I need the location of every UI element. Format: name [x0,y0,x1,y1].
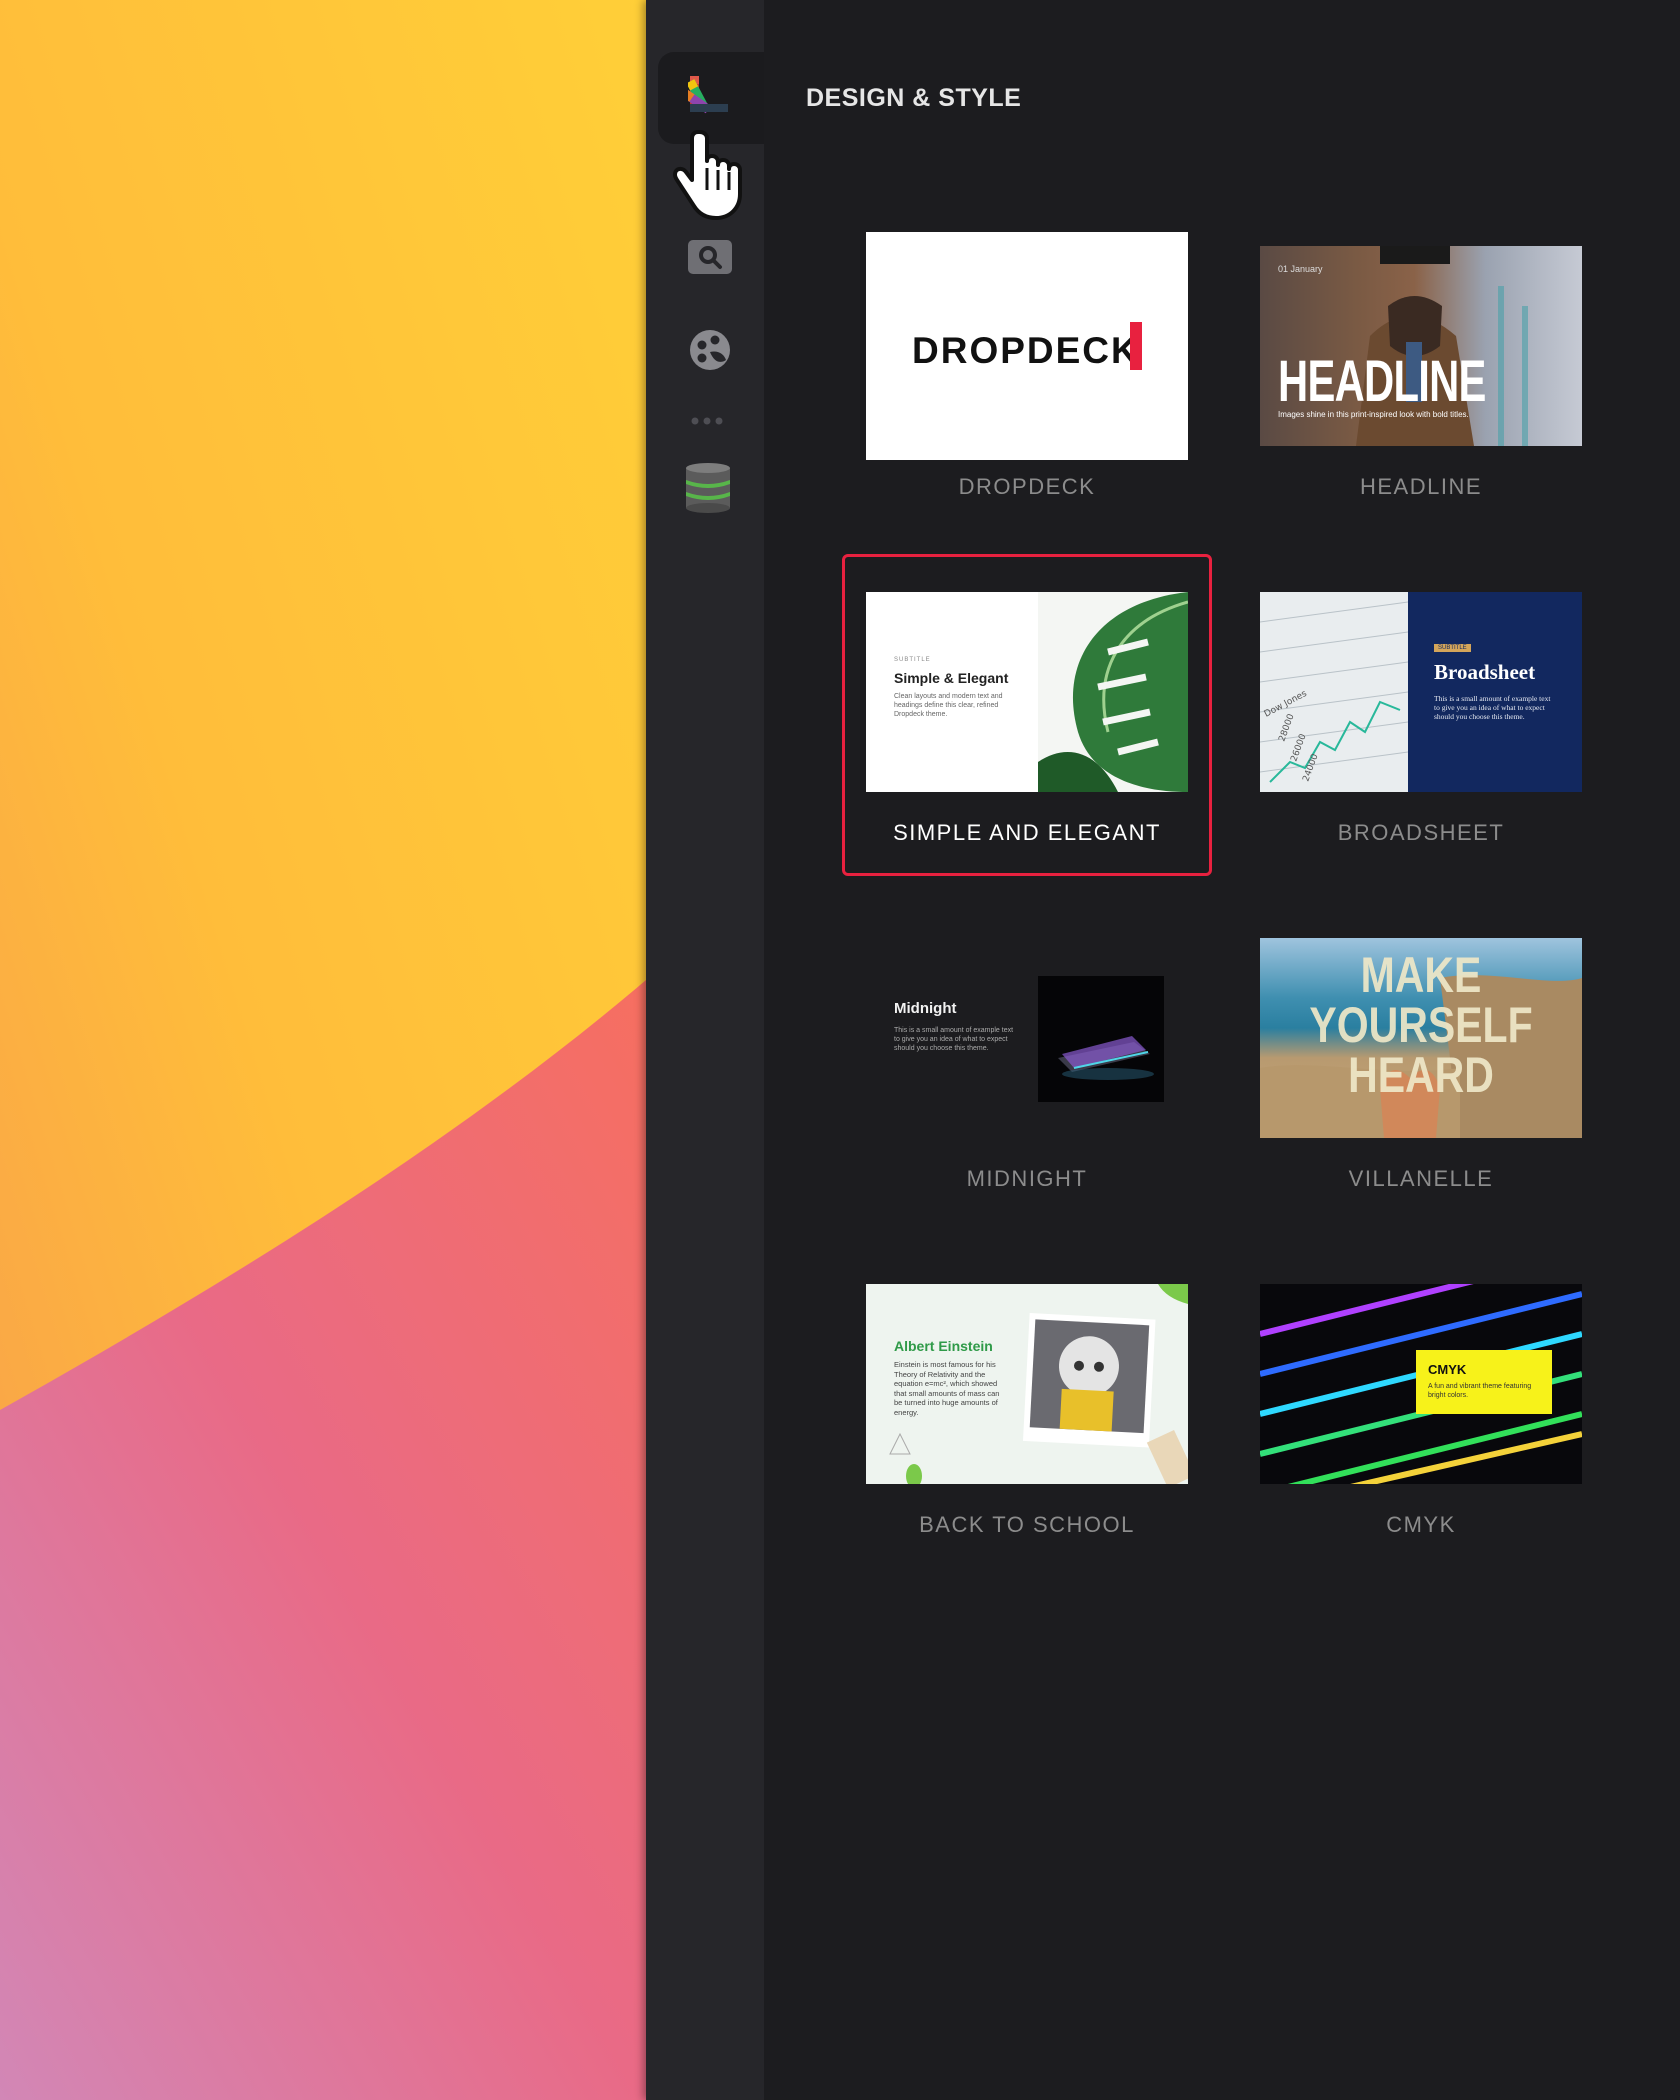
desktop-wallpaper [0,0,646,2100]
preview-laptop-photo [1038,976,1164,1102]
theme-thumbnail: 01 January HEADLINE Images shine in this… [1260,246,1582,446]
theme-label: HEADLINE [1359,474,1483,499]
preview-monstera-photo [1038,592,1188,792]
preview-cursor-bar [1130,322,1142,370]
design-style-panel: DESIGN & STYLE DROPDECK DROPDECK 01 Janu… [764,0,1680,2100]
preview-title-line: YOURSELF [1309,997,1533,1053]
theme-tile-broadsheet[interactable]: Dow Jones 28000 26000 24000 SUBTITLE Bro… [1260,592,1582,848]
swatch-palette-icon[interactable] [688,72,732,116]
preview-title-line: MAKE [1360,947,1482,1003]
preview-caption: Images shine in this print-inspired look… [1278,410,1469,419]
preview-body: This is a small amount of example text t… [894,1027,1014,1052]
theme-tile-headline[interactable]: 01 January HEADLINE Images shine in this… [1260,246,1582,502]
search-icon[interactable] [688,240,732,274]
preview-navy-panel: SUBTITLE Broadsheet This is a small amou… [1408,592,1582,792]
preview-title: CMYK [1428,1362,1467,1377]
theme-tile-villanelle[interactable]: MAKE YOURSELF HEARD VILLANELLE [1260,938,1582,1194]
preview-title: Midnight [894,1000,957,1017]
theme-thumbnail: DROPDECK [866,232,1188,460]
theme-thumbnail: Albert Einstein Einstein is most famous … [866,1284,1188,1484]
preview-body: A fun and vibrant theme featuring bright… [1428,1383,1532,1399]
preview-title-line: HEARD [1348,1047,1494,1103]
preview-body: This is a small amount of example text t… [1434,694,1551,721]
theme-tile-dropdeck[interactable]: DROPDECK DROPDECK [866,232,1188,502]
theme-thumbnail: Midnight This is a small amount of examp… [866,938,1188,1138]
theme-label: BACK TO SCHOOL [919,1512,1135,1537]
preview-badge: SUBTITLE [1434,644,1471,652]
preview-eyebrow: SUBTITLE [894,657,931,663]
sidebar-rail [646,0,770,2100]
theme-label: VILLANELLE [1348,1166,1494,1191]
preview-card: CMYK A fun and vibrant theme featuring b… [1416,1350,1552,1414]
preview-logo: DROPDECK [912,330,1140,371]
theme-tile-simple-and-elegant[interactable]: SUBTITLE Simple & Elegant Clean layouts … [866,592,1188,848]
preview-collage-art [889,1284,1188,1484]
preview-title: Broadsheet [1434,660,1536,684]
more-icon[interactable] [688,414,728,428]
theme-tile-midnight[interactable]: Midnight This is a small amount of examp… [866,938,1188,1194]
preview-date: 01 January [1278,264,1323,274]
preview-body: Clean layouts and modern text and headin… [894,693,1003,718]
theme-thumbnail: CMYK A fun and vibrant theme featuring b… [1260,1284,1582,1484]
theme-label: BROADSHEET [1337,820,1505,845]
hand-pointer-cursor [672,130,742,220]
theme-label: SIMPLE AND ELEGANT [893,820,1161,845]
preview-title: HEADLINE [1278,349,1486,414]
theme-label: DROPDECK [958,474,1096,499]
theme-tile-cmyk[interactable]: CMYK A fun and vibrant theme featuring b… [1260,1284,1582,1540]
database-icon[interactable] [682,462,734,514]
theme-thumbnail: SUBTITLE Simple & Elegant Clean layouts … [866,592,1188,792]
theme-tile-back-to-school[interactable]: Albert Einstein Einstein is most famous … [866,1284,1188,1540]
preview-title: Simple & Elegant [894,670,1009,686]
theme-thumbnail: MAKE YOURSELF HEARD [1260,938,1582,1138]
theme-label: CMYK [1386,1512,1456,1537]
preview-title: MAKE YOURSELF HEARD [1289,950,1553,1100]
panel-title: DESIGN & STYLE [806,84,1022,112]
theme-thumbnail: Dow Jones 28000 26000 24000 SUBTITLE Bro… [1260,592,1582,792]
theme-label: MIDNIGHT [966,1166,1088,1191]
preview-stock-chart-photo: Dow Jones 28000 26000 24000 [1260,592,1408,792]
face-icon[interactable] [688,328,732,372]
